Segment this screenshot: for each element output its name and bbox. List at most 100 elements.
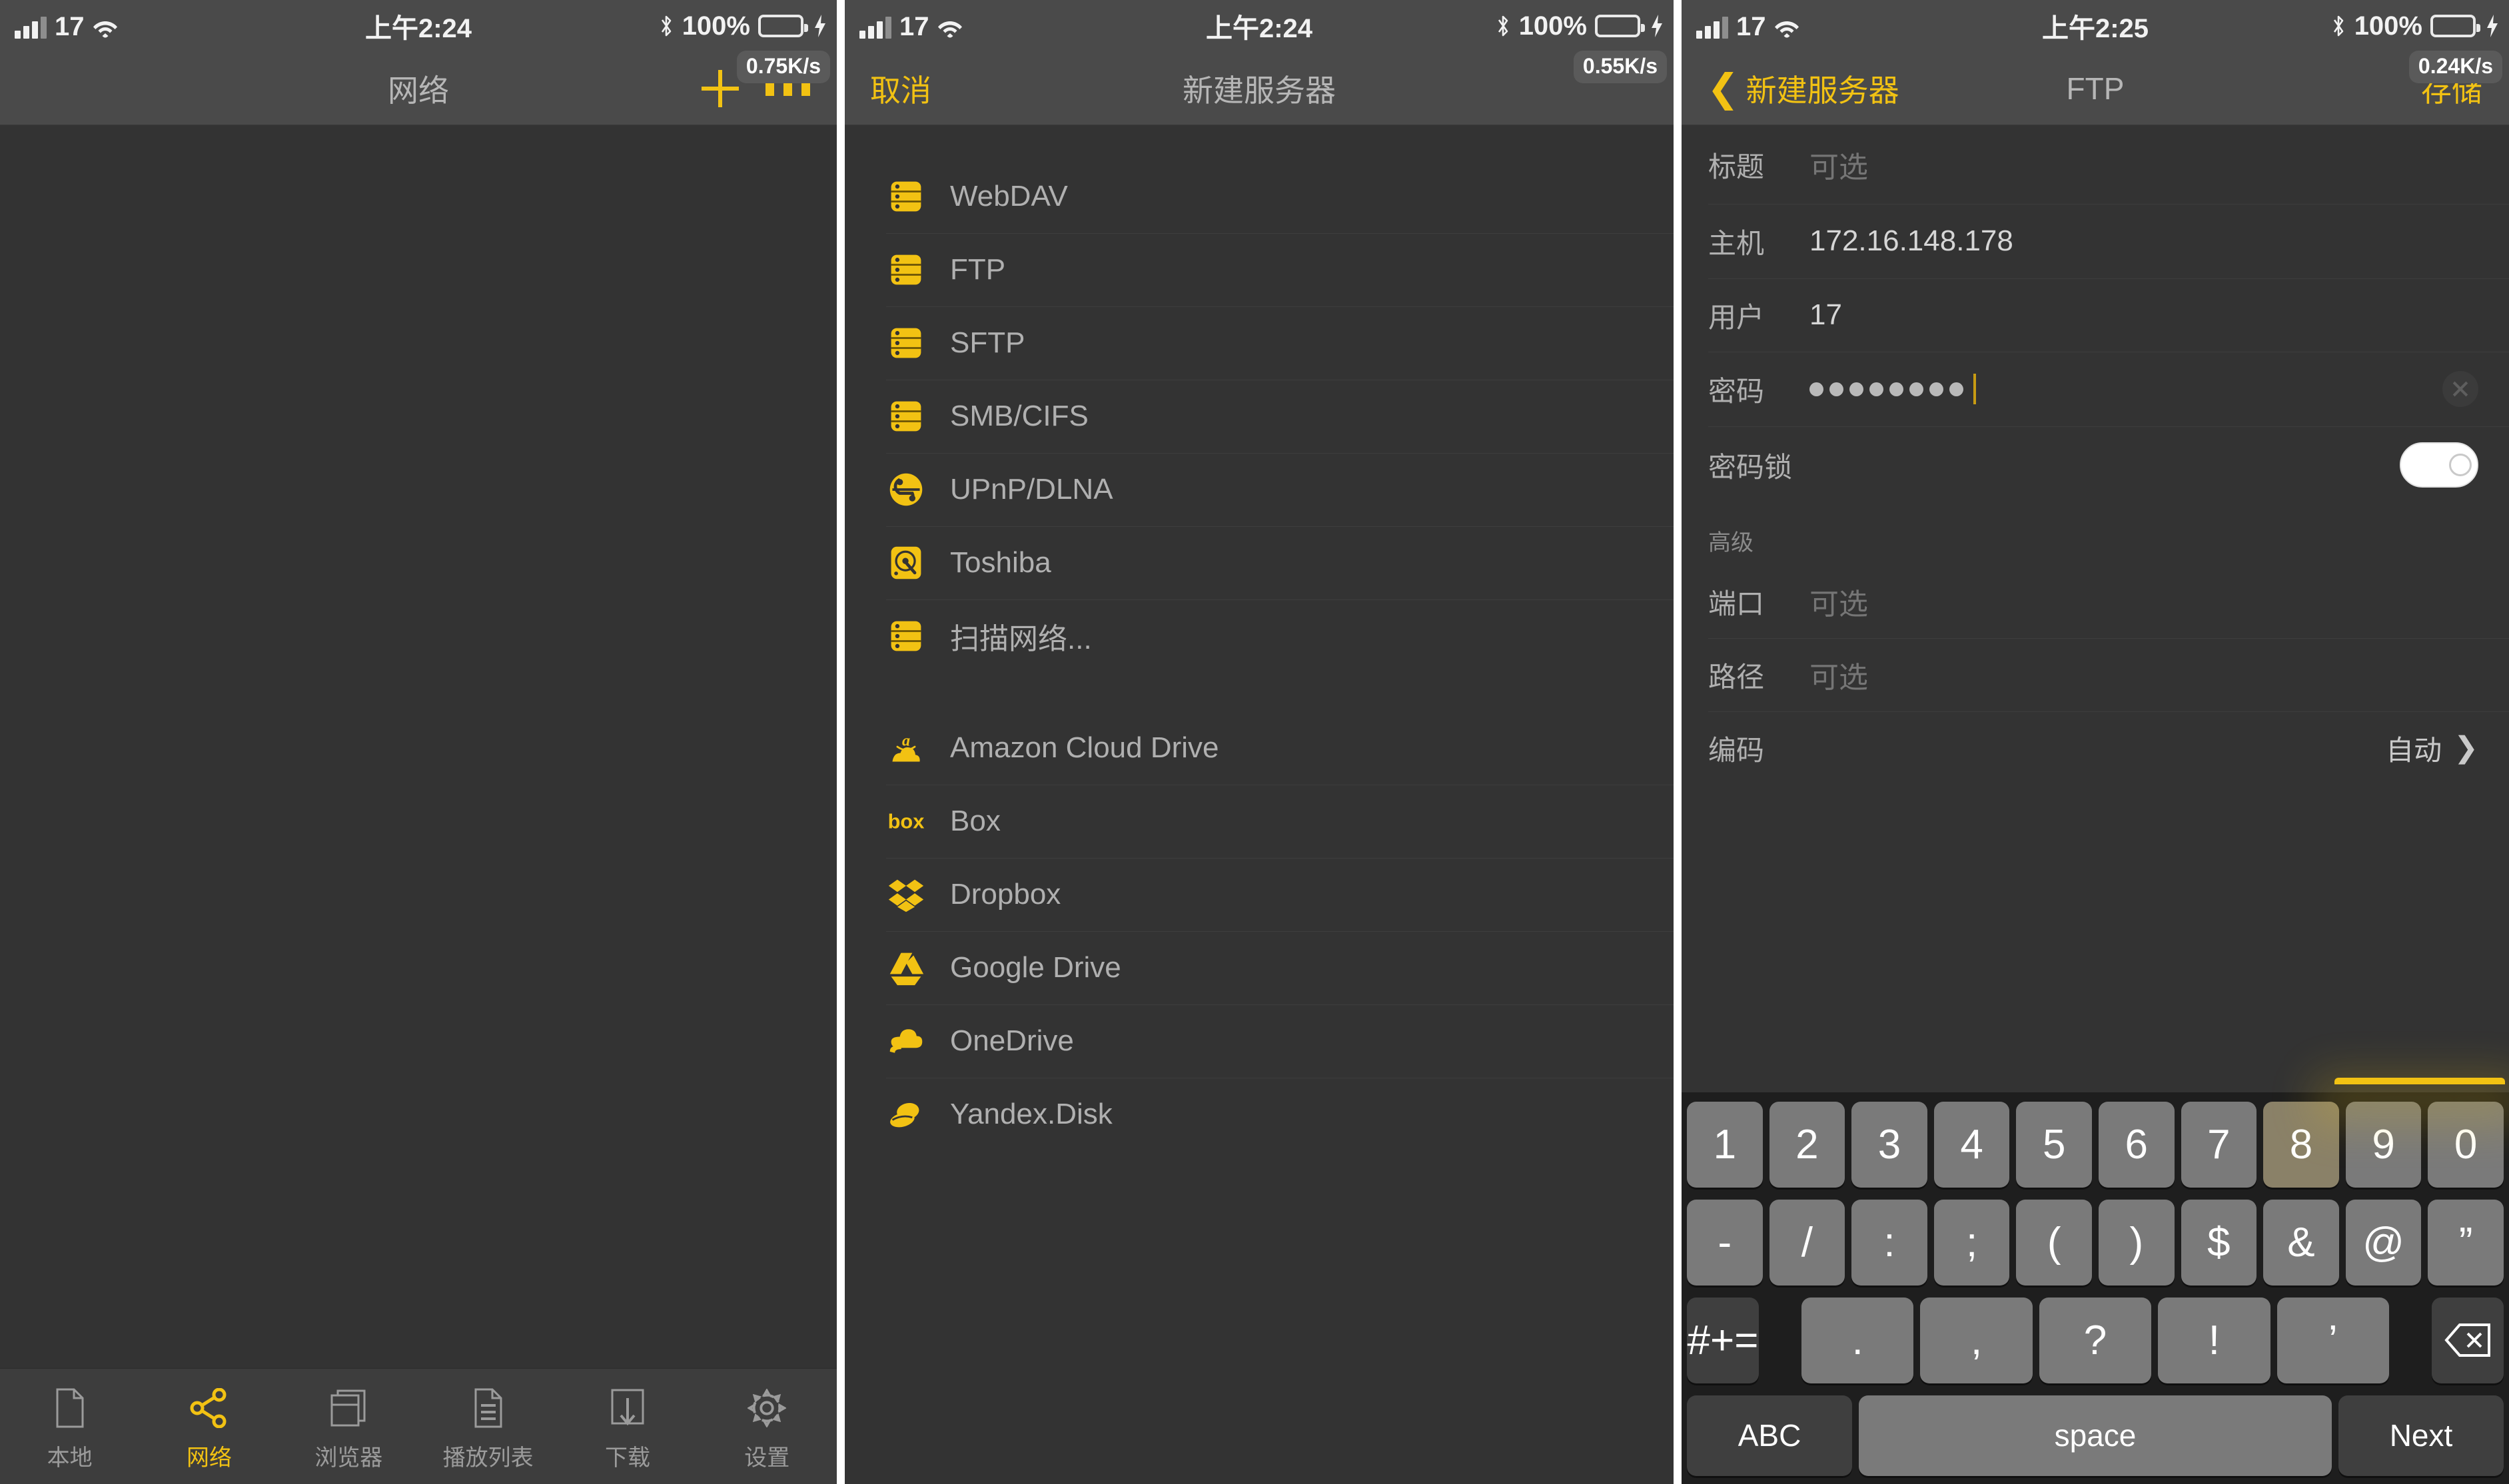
tab-playlist[interactable]: 播放列表 bbox=[418, 1369, 558, 1472]
list-item-label: 扫描网络... bbox=[950, 623, 1092, 655]
carrier-label-3: 17 bbox=[1736, 12, 1766, 41]
list-item-upnp-dlna[interactable]: UPnP/DLNA bbox=[845, 453, 1674, 526]
password-lock-toggle[interactable] bbox=[2400, 442, 2478, 488]
key-exclamation[interactable]: ! bbox=[2158, 1297, 2270, 1383]
chevron-left-icon: ❮ bbox=[1707, 66, 1740, 110]
host-input[interactable]: 172.16.148.178 bbox=[1809, 224, 2013, 258]
key-next[interactable]: Next bbox=[2338, 1395, 2504, 1476]
tab-network-label: 网络 bbox=[186, 1445, 232, 1471]
field-row-port[interactable]: 端口 可选 bbox=[1682, 565, 2509, 638]
add-server-button[interactable] bbox=[702, 69, 739, 107]
cancel-button[interactable]: 取消 bbox=[845, 67, 931, 111]
key-2[interactable]: 2 bbox=[1769, 1102, 1845, 1188]
password-input[interactable] bbox=[1809, 374, 1976, 404]
field-row-user[interactable]: 用户 17 bbox=[1682, 278, 2509, 352]
panel-new-server: 17 上午2:24 100% 取消 新建服务器 0.55K/s WebDAV F… bbox=[845, 0, 1674, 1484]
server-type-list: WebDAV FTP SFTP SMB/CIFS UPnP/DLNA Toshi… bbox=[845, 125, 1674, 1484]
key-colon[interactable]: : bbox=[1851, 1199, 1927, 1286]
path-input[interactable]: 可选 bbox=[1809, 653, 1868, 696]
list-item-label: Toshiba bbox=[950, 546, 1051, 579]
key-ampersand[interactable]: & bbox=[2263, 1199, 2339, 1286]
server-icon bbox=[886, 177, 926, 216]
tab-local[interactable]: 本地 bbox=[0, 1369, 139, 1472]
list-item-label: Dropbox bbox=[950, 878, 1061, 911]
status-right-group-2: 100% bbox=[1495, 11, 1674, 41]
list-item-smb-cifs[interactable]: SMB/CIFS bbox=[845, 380, 1674, 453]
status-bar-1: 17 上午2:24 100% bbox=[0, 0, 837, 52]
key-6[interactable]: 6 bbox=[2099, 1102, 2175, 1188]
key-symbols-toggle[interactable]: #+= bbox=[1686, 1297, 1759, 1383]
network-speed-badge-1: 0.75K/s bbox=[736, 51, 830, 83]
clear-circle-icon[interactable] bbox=[2442, 371, 2478, 407]
bluetooth-icon bbox=[1495, 14, 1511, 38]
tab-playlist-label: 播放列表 bbox=[442, 1445, 534, 1471]
list-item-amazon-cloud-drive[interactable]: a Amazon Cloud Drive bbox=[845, 711, 1674, 785]
key-apostrophe[interactable]: ’ bbox=[2276, 1297, 2390, 1383]
key-4[interactable]: 4 bbox=[1933, 1102, 2010, 1188]
back-button-label: 新建服务器 bbox=[1746, 73, 1899, 108]
key-1[interactable]: 1 bbox=[1687, 1102, 1763, 1188]
backspace-icon[interactable] bbox=[2432, 1297, 2504, 1383]
tab-browser-label: 浏览器 bbox=[314, 1445, 383, 1471]
field-row-host[interactable]: 主机 172.16.148.178 bbox=[1682, 204, 2509, 278]
field-row-path[interactable]: 路径 可选 bbox=[1682, 638, 2509, 711]
tab-download[interactable]: 下载 bbox=[558, 1369, 697, 1472]
key-0[interactable]: 0 bbox=[2428, 1102, 2504, 1188]
wifi-icon bbox=[93, 18, 118, 38]
list-item-sftp[interactable]: SFTP bbox=[845, 306, 1674, 380]
key-comma[interactable]: , bbox=[1920, 1297, 2033, 1383]
port-input[interactable]: 可选 bbox=[1809, 580, 1868, 623]
key-semicolon[interactable]: ; bbox=[1933, 1199, 2010, 1286]
tab-bar: 本地 网络 浏览器 播放列表 下载 设置 bbox=[0, 1368, 837, 1484]
list-item-scan-network[interactable]: 扫描网络... bbox=[845, 599, 1674, 673]
field-row-password-lock[interactable]: 密码锁 bbox=[1682, 426, 2509, 504]
tab-network[interactable]: 网络 bbox=[139, 1369, 278, 1472]
field-row-password[interactable]: 密码 bbox=[1682, 352, 2509, 426]
key-3[interactable]: 3 bbox=[1851, 1102, 1927, 1188]
list-group-separator bbox=[845, 673, 1674, 711]
harddisk-icon bbox=[886, 543, 926, 583]
list-item-onedrive[interactable]: OneDrive bbox=[845, 1004, 1674, 1078]
battery-percent-3: 100% bbox=[2354, 11, 2422, 41]
key-question[interactable]: ? bbox=[2039, 1297, 2152, 1383]
key-space[interactable]: space bbox=[1859, 1395, 2332, 1476]
back-button[interactable]: ❮ 新建服务器 bbox=[1682, 67, 1899, 111]
key-period[interactable]: . bbox=[1801, 1297, 1914, 1383]
panel-divider-1 bbox=[837, 0, 845, 1484]
encoding-value: 自动 bbox=[2386, 734, 2442, 766]
key-9[interactable]: 9 bbox=[2345, 1102, 2422, 1188]
list-item-toshiba[interactable]: Toshiba bbox=[845, 526, 1674, 599]
field-row-encoding[interactable]: 编码 自动 ❯ bbox=[1682, 711, 2509, 785]
user-field-label: 用户 bbox=[1708, 301, 1765, 333]
key-5[interactable]: 5 bbox=[2016, 1102, 2092, 1188]
key-slash[interactable]: / bbox=[1769, 1199, 1845, 1286]
key-at[interactable]: @ bbox=[2345, 1199, 2422, 1286]
key-hyphen[interactable]: - bbox=[1687, 1199, 1763, 1286]
tab-settings[interactable]: 设置 bbox=[698, 1369, 837, 1472]
tab-browser[interactable]: 浏览器 bbox=[279, 1369, 418, 1472]
list-item-yandex-disk[interactable]: Yandex.Disk bbox=[845, 1078, 1674, 1151]
network-speed-badge-3: 0.24K/s bbox=[2408, 51, 2502, 83]
list-item-label: OneDrive bbox=[950, 1024, 1074, 1057]
list-item-ftp[interactable]: FTP bbox=[845, 233, 1674, 306]
key-quote-double[interactable]: ” bbox=[2428, 1199, 2504, 1286]
list-item-dropbox[interactable]: Dropbox bbox=[845, 858, 1674, 931]
yandex-disk-icon bbox=[886, 1094, 926, 1134]
list-item-box[interactable]: box Box bbox=[845, 785, 1674, 858]
list-item-webdav[interactable]: WebDAV bbox=[845, 160, 1674, 233]
status-left-group-3: 17 bbox=[1682, 12, 1799, 41]
user-input[interactable]: 17 bbox=[1809, 298, 1842, 332]
gear-icon bbox=[748, 1386, 787, 1430]
key-7[interactable]: 7 bbox=[2181, 1102, 2257, 1188]
field-row-title[interactable]: 标题 可选 bbox=[1682, 125, 2509, 204]
key-paren-close[interactable]: ) bbox=[2099, 1199, 2175, 1286]
key-abc-toggle[interactable]: ABC bbox=[1687, 1395, 1852, 1476]
key-paren-open[interactable]: ( bbox=[2016, 1199, 2092, 1286]
google-drive-icon bbox=[886, 948, 926, 988]
battery-icon bbox=[758, 15, 808, 37]
key-dollar[interactable]: $ bbox=[2181, 1199, 2257, 1286]
list-item-google-drive[interactable]: Google Drive bbox=[845, 931, 1674, 1004]
list-item-label: WebDAV bbox=[950, 180, 1068, 212]
key-8[interactable]: 8 bbox=[2263, 1102, 2339, 1188]
title-input[interactable]: 可选 bbox=[1809, 143, 1868, 186]
